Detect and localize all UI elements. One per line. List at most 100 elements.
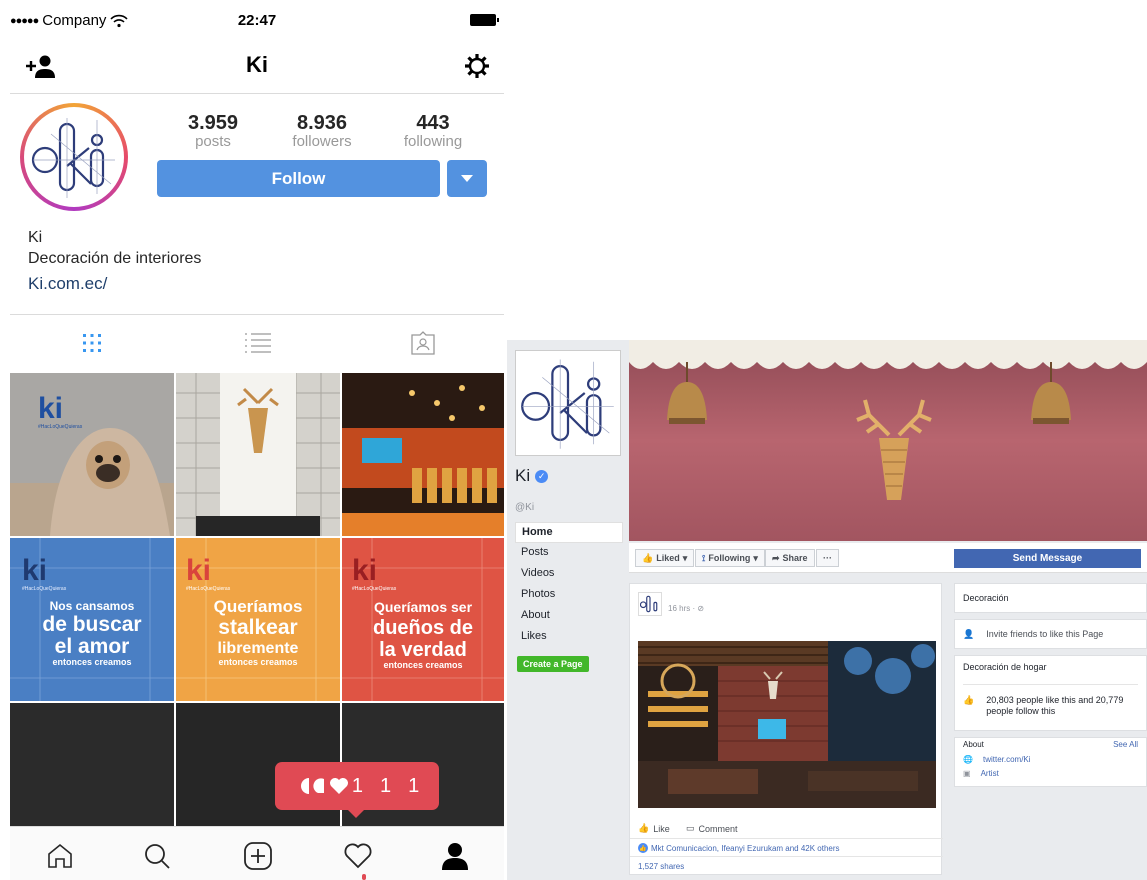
follow-half-icon [313, 778, 324, 793]
stat-followers[interactable]: 8.936 followers [267, 112, 377, 150]
tab-home[interactable] [40, 839, 80, 873]
comment-half-icon [300, 778, 309, 794]
verified-badge-icon: ✓ [535, 469, 549, 483]
nav-likes[interactable]: Likes [515, 627, 623, 648]
photo-quote-orange[interactable]: ki #HacLoQueQuieras Queríamos stalkear l… [176, 538, 340, 701]
profile-icon [442, 843, 468, 870]
globe-icon: ⊘ [697, 604, 705, 613]
category-text: Decoración [963, 593, 1009, 603]
stat-value: 3.959 [187, 112, 239, 134]
nav-posts[interactable]: Posts [515, 543, 623, 564]
send-message-button[interactable]: Send Message [954, 549, 1141, 568]
post-comment-button[interactable]: ▭ Comment [686, 823, 738, 834]
photo-pug[interactable]: ki #HacLoQueQuieras [10, 373, 174, 536]
more-options-button[interactable]: ··· [816, 549, 839, 567]
liked-button[interactable]: 👍 Liked ▾ [635, 549, 695, 567]
share-label: Share [782, 553, 808, 563]
heart-icon [329, 778, 348, 794]
photo-dark-1[interactable] [10, 703, 174, 826]
artist-text: Artist [980, 769, 999, 778]
comments-count: 1 [379, 774, 392, 797]
stat-value: 443 [416, 112, 450, 134]
quote-blue-image: ki #HacLoQueQuieras Nos cansamos de busc… [10, 538, 174, 701]
create-page-button[interactable]: Create a Page [517, 656, 589, 672]
profile-title: Ki [246, 52, 268, 77]
tab-search[interactable] [137, 839, 177, 873]
activity-notification-bubble[interactable]: 1 1 1 [275, 762, 439, 818]
photo-store[interactable] [342, 373, 506, 536]
instagram-profile: ●●●●● Company 22:47 Ki 3.959 posts 8.936… [10, 0, 504, 880]
likes-count: 1 [351, 774, 363, 797]
suggestions-dropdown-button[interactable] [447, 160, 487, 197]
tab-grid[interactable] [72, 327, 112, 359]
thumbs-up-outline-icon: 👍 [638, 823, 650, 833]
bio-link[interactable]: Ki.com.ec/ [28, 274, 107, 294]
facebook-page: Ki ✓ @Ki Home Posts Videos Photos About … [507, 340, 1147, 880]
following-label: Following [708, 553, 751, 563]
tab-new-post[interactable] [238, 839, 278, 873]
settings-gear-icon[interactable] [462, 51, 492, 81]
photo-quote-blue[interactable]: ki #HacLoQueQuieras Nos cansamos de busc… [10, 538, 174, 701]
twitter-link[interactable]: 🌐 twitter.com/Ki [963, 755, 1138, 764]
stat-label: posts [195, 133, 231, 150]
cell-line3: la verdad [379, 639, 467, 661]
nav-photos[interactable]: Photos [515, 585, 623, 606]
caret-down-icon [461, 174, 473, 182]
stat-posts[interactable]: 3.959 posts [158, 112, 268, 150]
nav-home[interactable]: Home [515, 522, 623, 543]
stat-following[interactable]: 443 following [378, 112, 488, 150]
more-label: ··· [823, 553, 832, 563]
share-arrow-icon: ➦ [772, 552, 780, 563]
post-image[interactable] [638, 641, 936, 808]
cell-badge: ki [352, 554, 377, 587]
following-button[interactable]: ⟟ Following ▾ [695, 549, 765, 567]
follow-button[interactable]: Follow [157, 160, 440, 197]
tab-tagged[interactable] [403, 327, 443, 359]
photo-deer-wall[interactable] [176, 373, 340, 536]
tab-list[interactable] [238, 327, 278, 359]
restaurant-image [638, 641, 936, 808]
comment-bubble-icon: ▭ [686, 823, 695, 833]
pug-blanket-image: ki #HacLoQueQuieras [10, 373, 174, 536]
stat-value: 8.936 [296, 112, 348, 134]
sidebar-invite[interactable]: 👤 Invite friends to like this Page [954, 619, 1147, 649]
liked-label: Liked [656, 553, 680, 563]
activity-indicator-dot [362, 874, 366, 880]
category2-text: Decoración de hogar [963, 662, 1047, 672]
cell-badge: ki [186, 554, 211, 587]
nav-about[interactable]: About [515, 606, 623, 627]
cell-line3: el amor [55, 635, 130, 658]
clock: 22:47 [237, 12, 277, 29]
feed-post: 16 hrs · ⊘ 👍 Like ▭ Comment 👍 Mkt Comuni… [629, 583, 943, 875]
post-comment-label: Comment [698, 823, 738, 834]
cell-badge: ki [38, 392, 63, 425]
artist-link[interactable]: ▣ Artist [963, 769, 1138, 778]
cell-line2: stalkear [218, 616, 297, 639]
cell-line1: Nos cansamos [50, 599, 135, 613]
add-friend-icon: 👤 [963, 628, 975, 639]
profile-avatar[interactable] [20, 103, 128, 211]
deer-wall-image [176, 373, 340, 536]
tab-activity[interactable] [338, 839, 378, 873]
page-profile-picture[interactable] [515, 350, 621, 456]
stat-label: followers [292, 133, 352, 150]
cell-tag: #HacLoQueQuieras [38, 424, 83, 430]
post-like-button[interactable]: 👍 Like [638, 823, 670, 834]
nav-videos[interactable]: Videos [515, 564, 623, 585]
tab-profile[interactable] [435, 839, 475, 873]
post-reactions[interactable]: 👍 Mkt Comunicacion, Ifeanyi Ezurukam and… [638, 843, 840, 853]
share-button[interactable]: ➦ Share [765, 549, 815, 567]
post-timestamp[interactable]: 16 hrs · ⊘ [668, 604, 704, 613]
post-author-avatar[interactable] [638, 592, 662, 616]
cell-tag: #HacLoQueQuieras [186, 586, 231, 592]
see-all-link[interactable]: See All [1113, 740, 1138, 749]
cell-badge: ki [22, 554, 47, 587]
post-like-label: Like [653, 823, 670, 834]
cell-line1: Queríamos ser [374, 599, 473, 615]
tagged-photos-icon [411, 331, 435, 355]
cover-photo[interactable] [629, 340, 1147, 541]
photo-quote-red[interactable]: ki #HacLoQueQuieras Queríamos ser dueños… [342, 538, 504, 701]
top-bar: Ki [10, 44, 504, 94]
post-shares[interactable]: 1,527 shares [638, 862, 684, 871]
grid-icon [83, 334, 101, 352]
